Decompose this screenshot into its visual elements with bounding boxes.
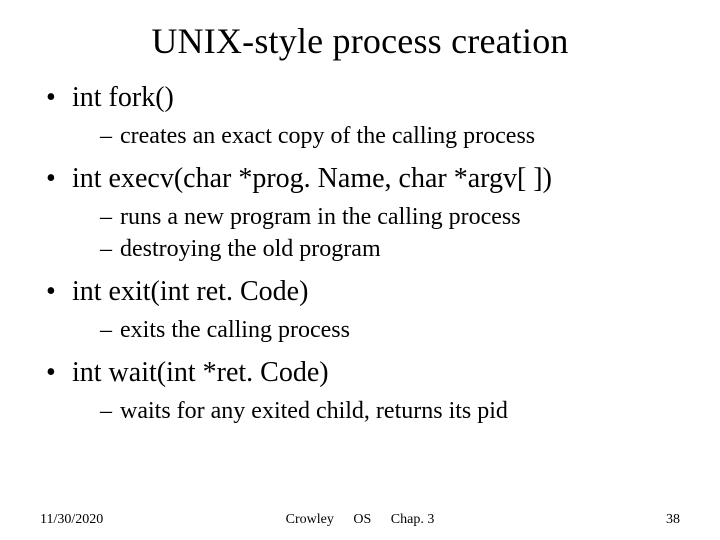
bullet-text: int fork(): [72, 82, 174, 113]
footer-center: Crowley OS Chap. 3: [40, 512, 680, 528]
sub-list: waits for any exited child, returns its …: [72, 396, 680, 426]
footer-author: Crowley: [286, 512, 334, 527]
sub-item: runs a new program in the calling proces…: [100, 202, 680, 232]
sub-item: destroying the old program: [100, 234, 680, 264]
slide-footer: 11/30/2020 Crowley OS Chap. 3 38: [40, 512, 680, 528]
footer-chapter: Chap. 3: [391, 512, 435, 527]
sub-list: runs a new program in the calling proces…: [72, 202, 680, 264]
bullet-list: int fork() creates an exact copy of the …: [40, 80, 680, 426]
bullet-text: int exit(int ret. Code): [72, 276, 308, 307]
slide: UNIX-style process creation int fork() c…: [0, 0, 720, 540]
bullet-item: int exit(int ret. Code) exits the callin…: [44, 274, 680, 345]
bullet-text: int wait(int *ret. Code): [72, 357, 329, 388]
sub-item: exits the calling process: [100, 315, 680, 345]
sub-list: exits the calling process: [72, 315, 680, 345]
bullet-text: int execv(char *prog. Name, char *argv[ …: [72, 163, 552, 194]
sub-list: creates an exact copy of the calling pro…: [72, 121, 680, 151]
sub-item: waits for any exited child, returns its …: [100, 396, 680, 426]
bullet-item: int fork() creates an exact copy of the …: [44, 80, 680, 151]
sub-item: creates an exact copy of the calling pro…: [100, 121, 680, 151]
footer-course: OS: [353, 512, 371, 527]
bullet-item: int wait(int *ret. Code) waits for any e…: [44, 355, 680, 426]
slide-title: UNIX-style process creation: [40, 20, 680, 62]
bullet-item: int execv(char *prog. Name, char *argv[ …: [44, 161, 680, 264]
